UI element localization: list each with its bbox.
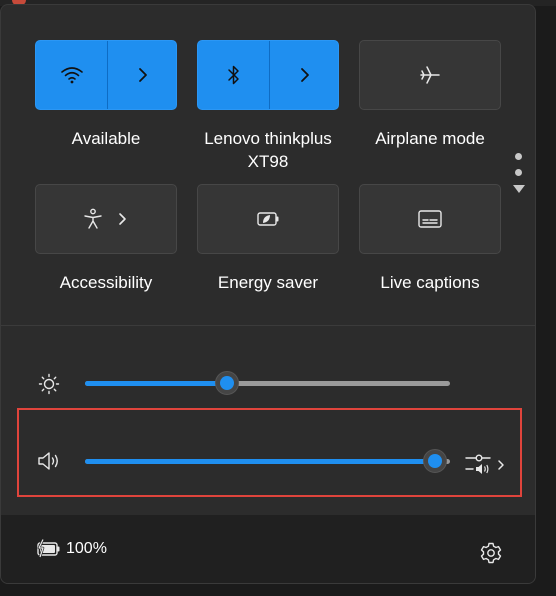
brightness-slider-thumb[interactable] — [215, 371, 240, 395]
accessibility-icon — [84, 208, 102, 229]
gear-icon — [480, 542, 502, 564]
wifi-toggle[interactable] — [36, 41, 107, 109]
page-dot[interactable] — [515, 153, 522, 160]
wifi-icon — [60, 67, 83, 84]
airplane-mode-label: Airplane mode — [375, 129, 485, 148]
quick-settings-footer: 100% — [1, 515, 535, 583]
section-divider — [1, 325, 535, 326]
page-indicator — [513, 153, 525, 193]
brightness-slider[interactable] — [85, 371, 450, 395]
brightness-icon — [38, 373, 60, 395]
bluetooth-icon — [227, 65, 239, 85]
chevron-right-icon — [139, 68, 147, 82]
battery-percentage: 100% — [66, 540, 107, 557]
battery-charging-icon — [37, 539, 60, 558]
accessibility-label: Accessibility — [59, 273, 153, 292]
bluetooth-label: Lenovo thinkplus XT98 — [204, 129, 332, 171]
wifi-label: Available — [71, 129, 141, 148]
quick-settings-panel: Available Lenovo thinkplus XT98 Airplane… — [0, 4, 536, 584]
volume-highlight-box — [17, 408, 522, 497]
live-captions-tile[interactable] — [359, 184, 501, 254]
energy-saver-label: Energy saver — [217, 273, 319, 292]
bluetooth-toggle[interactable] — [198, 41, 269, 109]
live-captions-icon — [418, 210, 442, 228]
battery-status[interactable]: 100% — [35, 539, 107, 559]
accessibility-tile[interactable] — [35, 184, 177, 254]
airplane-icon — [420, 66, 440, 84]
brightness-slider-fill — [85, 381, 228, 386]
page-down-icon[interactable] — [513, 185, 525, 193]
bluetooth-tile[interactable] — [197, 40, 339, 110]
page-dot[interactable] — [515, 169, 522, 176]
live-captions-label: Live captions — [380, 273, 480, 292]
chevron-right-icon — [119, 213, 126, 225]
settings-button[interactable] — [478, 540, 504, 566]
wifi-more-button[interactable] — [108, 41, 178, 109]
airplane-mode-tile[interactable] — [359, 40, 501, 110]
wifi-tile[interactable] — [35, 40, 177, 110]
energy-saver-icon — [257, 212, 279, 226]
brightness-icon-wrap — [37, 372, 61, 396]
chevron-right-icon — [301, 68, 309, 82]
energy-saver-tile[interactable] — [197, 184, 339, 254]
bluetooth-more-button[interactable] — [270, 41, 340, 109]
